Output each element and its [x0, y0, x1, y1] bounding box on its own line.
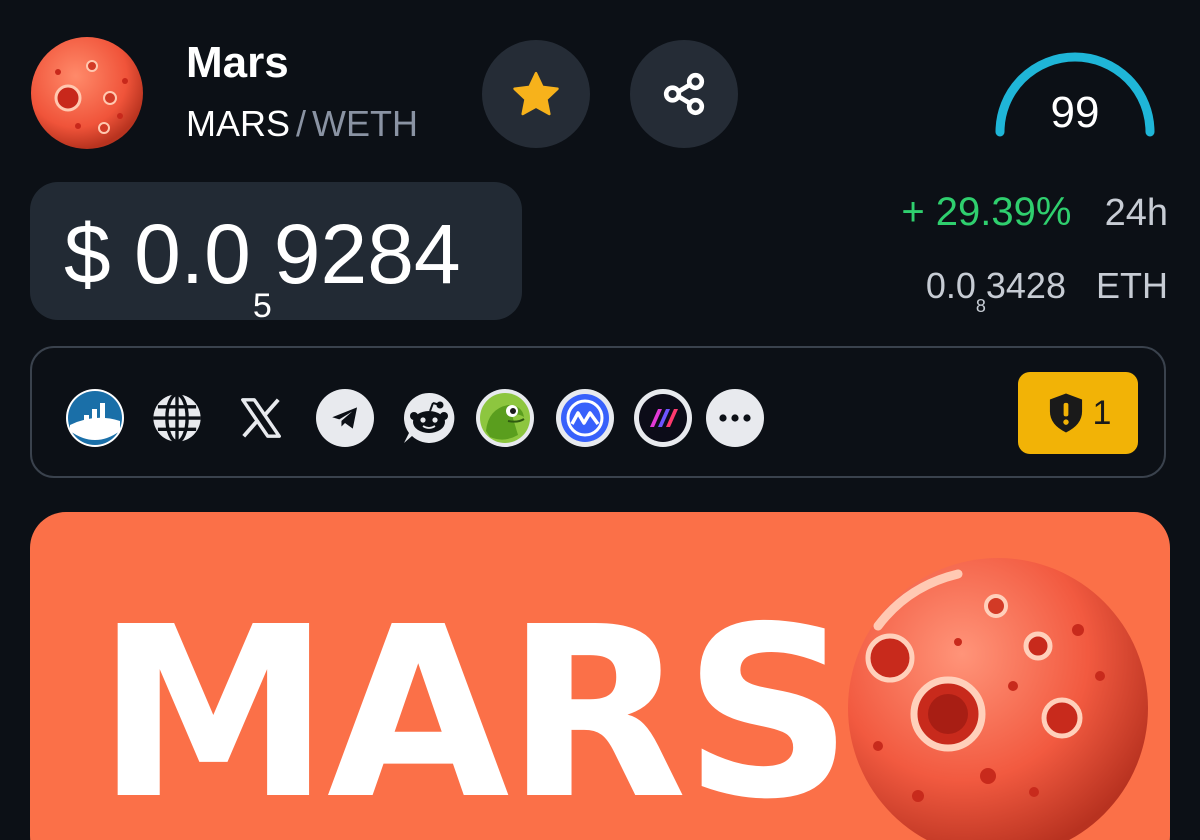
- token-page: Mars MARS / WETH 99 $ 0.059284 + 29.39% 24…: [0, 0, 1200, 840]
- price-zero-count: 5: [252, 287, 272, 325]
- eth-price-digits: 3428: [985, 265, 1066, 306]
- eth-price-unit: ETH: [1096, 265, 1168, 306]
- price-digits: 9284: [273, 207, 461, 301]
- warnings-button[interactable]: 1: [1018, 372, 1138, 454]
- eth-price-prefix: 0.0: [925, 265, 976, 306]
- coingecko-icon[interactable]: [476, 389, 534, 447]
- pair-separator: /: [296, 103, 307, 144]
- eth-price: 0.083428 ETH: [925, 265, 1168, 317]
- star-icon: [513, 71, 559, 116]
- telegram-icon[interactable]: [316, 389, 374, 447]
- share-icon: [663, 72, 705, 116]
- currency-symbol: $: [64, 207, 111, 301]
- links-bar: 1: [30, 346, 1166, 478]
- favorite-button[interactable]: [482, 40, 590, 148]
- change-percent: + 29.39%: [901, 190, 1072, 234]
- more-icon[interactable]: [706, 389, 764, 447]
- dextools-icon[interactable]: [634, 389, 692, 447]
- website-globe-icon[interactable]: [148, 389, 206, 447]
- score-value: 99: [1050, 88, 1100, 137]
- price-change: + 29.39% 24h: [901, 190, 1168, 235]
- share-button[interactable]: [630, 40, 738, 148]
- change-period[interactable]: 24h: [1105, 192, 1168, 234]
- coingecko-chart-icon[interactable]: [66, 389, 124, 447]
- x-twitter-icon[interactable]: [232, 389, 290, 447]
- usd-price: $ 0.059284: [64, 212, 461, 325]
- coinmarketcap-icon[interactable]: [556, 389, 614, 447]
- token-name: Mars: [186, 38, 289, 87]
- eth-price-zero-count: 8: [975, 296, 986, 316]
- token-banner: MARS: [30, 512, 1170, 840]
- quote-symbol[interactable]: WETH: [312, 103, 418, 144]
- mars-planet-logo: [31, 37, 143, 149]
- reddit-icon[interactable]: [400, 389, 458, 447]
- price-prefix: 0.0: [134, 207, 251, 301]
- shield-warning-icon: [1049, 393, 1082, 433]
- banner-planet-image: [848, 558, 1148, 840]
- banner-text: MARS: [96, 576, 853, 840]
- warnings-count: 1: [1092, 393, 1112, 432]
- trading-pair: MARS / WETH: [186, 104, 418, 144]
- price-box: $ 0.059284: [30, 182, 522, 325]
- base-symbol: MARS: [186, 103, 291, 144]
